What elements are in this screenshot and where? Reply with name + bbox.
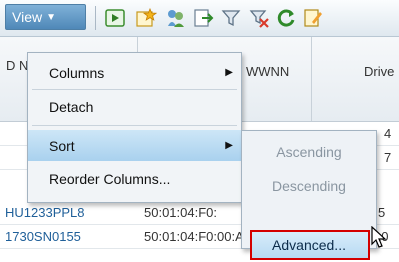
refresh-icon[interactable] xyxy=(275,7,297,29)
mouse-pointer-icon xyxy=(371,226,387,248)
chevron-right-icon: ▶ xyxy=(225,67,233,78)
table-cell: HU1233PPL8 xyxy=(5,205,85,220)
export-icon[interactable] xyxy=(192,7,214,29)
filter-icon[interactable] xyxy=(220,7,242,29)
chevron-down-icon: ▼ xyxy=(46,11,56,23)
table-cell: 7 xyxy=(384,150,392,165)
menu-item-label: Sort xyxy=(49,137,75,154)
column-header-label: Drive xyxy=(364,64,395,79)
table-cell: 4 xyxy=(384,126,392,141)
submenu-item-label: Advanced... xyxy=(272,237,346,253)
submenu-item-label: Descending xyxy=(272,178,346,194)
table-cell: 1730SN0155 xyxy=(5,229,81,244)
toolbar-separator xyxy=(95,6,96,30)
table-cell: 5 xyxy=(378,205,386,220)
view-menu-button[interactable]: View ▼ xyxy=(5,4,86,30)
toolbar: View ▼ xyxy=(0,0,399,37)
menu-item-columns[interactable]: Columns ▶ xyxy=(28,57,241,88)
menu-item-label: Detach xyxy=(49,98,94,115)
column-header-label: D N xyxy=(6,58,29,73)
submenu-item-ascending: Ascending xyxy=(242,135,376,169)
submenu-item-descending: Descending xyxy=(242,169,376,203)
column-header-label: WWNN xyxy=(246,64,290,79)
menu-separator xyxy=(32,125,237,126)
menu-item-sort[interactable]: Sort ▶ xyxy=(28,130,241,161)
sort-submenu: Ascending Descending Advanced... xyxy=(241,130,377,260)
menu-item-detach[interactable]: Detach xyxy=(28,91,241,122)
edit-icon[interactable] xyxy=(302,7,324,29)
column-header-drive[interactable]: Drive xyxy=(312,37,399,121)
submenu-item-label: Ascending xyxy=(276,144,342,160)
star-add-icon[interactable] xyxy=(135,7,157,29)
view-dropdown-menu: Columns ▶ Detach Sort ▶ Reorder Columns.… xyxy=(27,52,242,203)
menu-item-reorder-columns[interactable]: Reorder Columns... xyxy=(28,163,241,194)
table-cell: 50:01:04:F0: xyxy=(144,205,217,220)
chevron-right-icon: ▶ xyxy=(225,140,233,151)
submenu-item-advanced[interactable]: Advanced... xyxy=(242,228,376,262)
view-button-label: View xyxy=(12,9,43,25)
menu-item-label: Columns xyxy=(49,64,105,81)
menu-separator xyxy=(32,89,237,90)
add-group-icon[interactable] xyxy=(165,7,187,29)
clear-filter-icon[interactable] xyxy=(248,7,270,29)
menu-item-label: Reorder Columns... xyxy=(49,170,171,187)
play-icon[interactable] xyxy=(104,7,126,29)
